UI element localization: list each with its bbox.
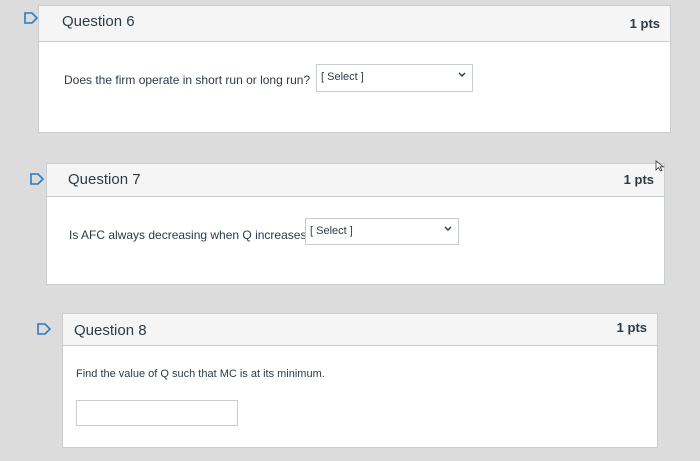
question-8-card: Question 8 1 pts Find the value of Q suc…	[62, 313, 658, 448]
question-8-text: Find the value of Q such that MC is at i…	[76, 368, 325, 380]
mouse-pointer-icon	[655, 160, 665, 172]
question-6-points: 1 pts	[629, 16, 660, 31]
question-7-select-value: [ Select ]	[310, 225, 353, 237]
question-6-header: Question 6 1 pts	[39, 6, 670, 42]
question-8-flag-icon[interactable]	[37, 323, 51, 335]
question-7-card: Question 7 1 pts Is AFC always decreasin…	[46, 163, 665, 285]
question-7-title: Question 7	[68, 171, 141, 188]
question-6-answer-select[interactable]: [ Select ]	[316, 64, 473, 92]
question-6-flag-icon[interactable]	[24, 12, 38, 24]
question-6-select-value: [ Select ]	[321, 71, 364, 83]
question-6-card: Question 6 1 pts Does the firm operate i…	[38, 5, 671, 133]
chevron-down-icon	[444, 226, 452, 231]
question-7-header: Question 7 1 pts	[47, 164, 664, 197]
question-8-points: 1 pts	[616, 320, 647, 335]
question-7-flag-icon[interactable]	[30, 173, 44, 185]
question-8-header: Question 8 1 pts	[63, 314, 657, 346]
question-8-answer-input[interactable]	[76, 400, 238, 426]
question-7-answer-select[interactable]: [ Select ]	[305, 218, 459, 245]
chevron-down-icon	[458, 72, 466, 77]
question-7-text: Is AFC always decreasing when Q increase…	[69, 228, 314, 242]
question-7-points: 1 pts	[623, 172, 654, 187]
question-6-text: Does the firm operate in short run or lo…	[64, 73, 311, 87]
question-6-title: Question 6	[62, 13, 135, 30]
question-8-title: Question 8	[74, 322, 147, 339]
